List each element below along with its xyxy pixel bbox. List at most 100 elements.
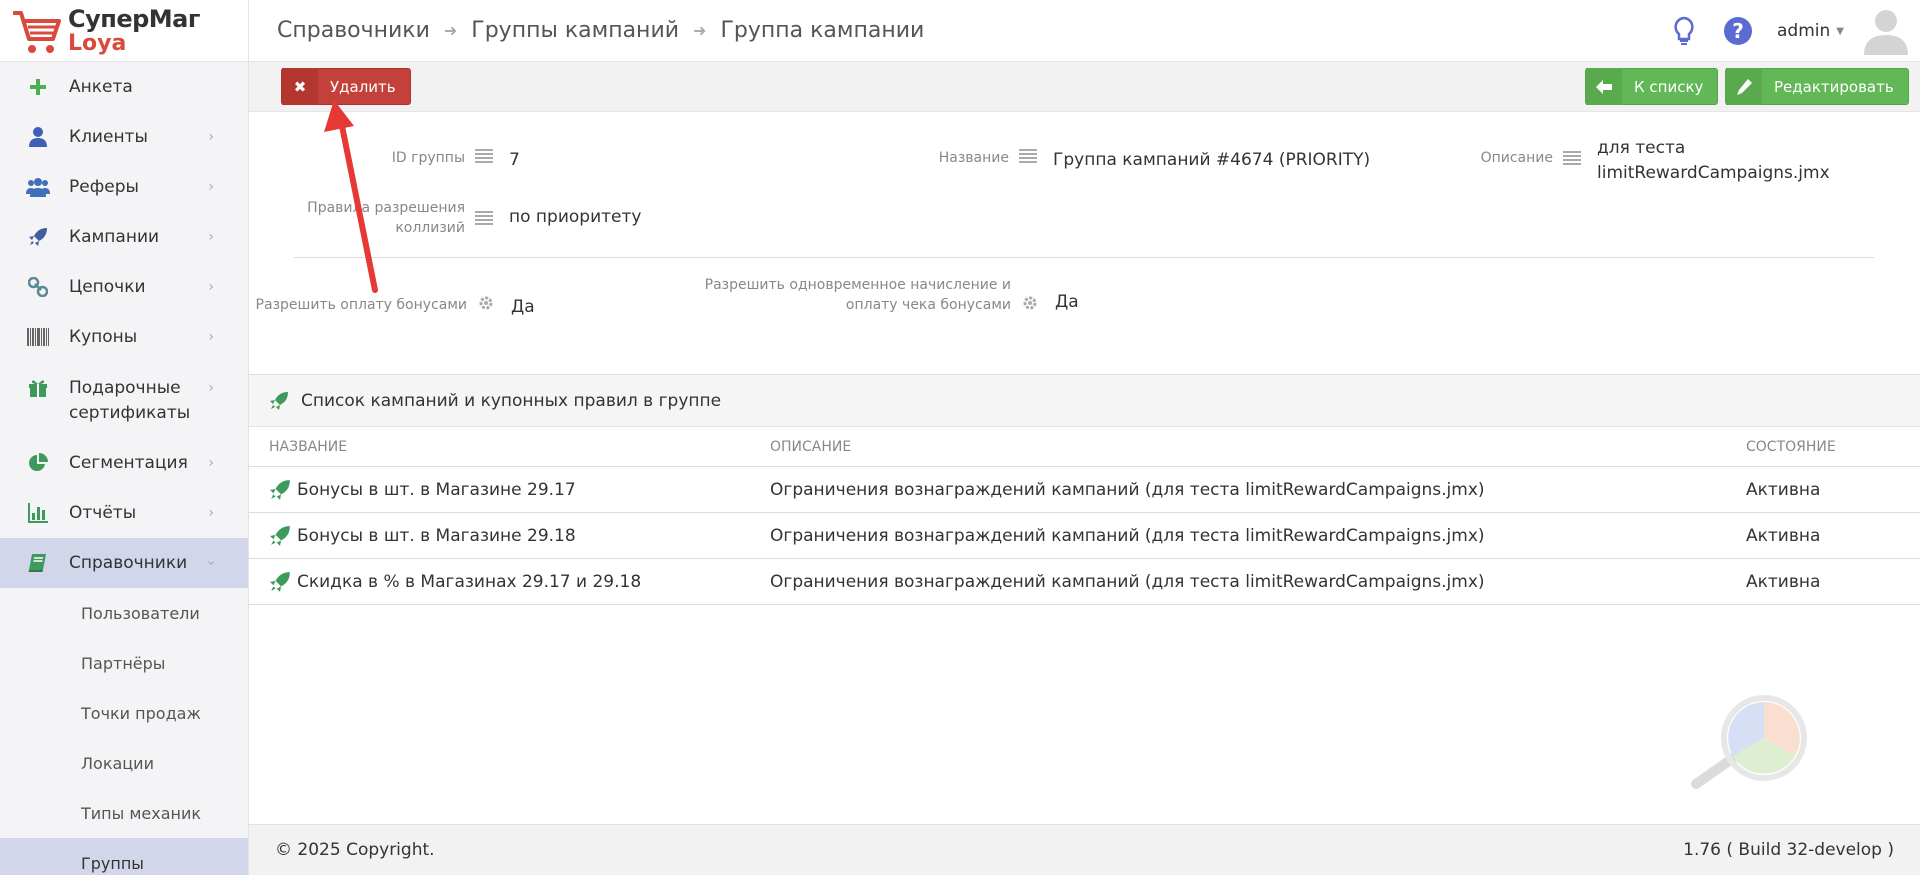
table-row[interactable]: Скидка в % в Магазинах 29.17 и 29.18 Огр… — [249, 559, 1920, 605]
edit-button[interactable]: Редактировать — [1725, 68, 1909, 105]
toolbar: ✖ Удалить К списку Редактировать — [249, 62, 1920, 112]
column-header-name[interactable]: НАЗВАНИЕ — [249, 439, 770, 455]
sidebar-subitem-users[interactable]: Пользователи — [0, 588, 248, 638]
help-icon[interactable]: ? — [1723, 16, 1753, 46]
sidebar-item-label: Справочники — [69, 552, 188, 573]
sidebar-item-anketa[interactable]: Анкета — [0, 62, 248, 112]
sidebar-item-label: Подарочные сертификаты — [69, 378, 191, 423]
sidebar-subitem-locations[interactable]: Локации — [0, 738, 248, 788]
field-value: для теста limitRewardCampaigns.jmx — [1597, 138, 1830, 183]
sidebar-subitem-mechanic-types[interactable]: Типы механик — [0, 788, 248, 838]
sidebar-item-label: Отчёты — [69, 502, 137, 523]
back-to-list-button[interactable]: К списку — [1585, 68, 1719, 105]
sidebar-item-label: Цепочки — [69, 276, 146, 297]
list-icon — [475, 211, 493, 225]
sidebar-item-clients[interactable]: Клиенты › — [0, 112, 248, 162]
avatar[interactable] — [1864, 7, 1908, 55]
field-description: Описание для теста limitRewardCampaigns.… — [1349, 136, 1847, 186]
breadcrumb-campaign-groups[interactable]: Группы кампаний — [471, 18, 679, 43]
gift-icon — [26, 376, 50, 400]
sidebar-item-label: Сегментация — [69, 452, 188, 473]
pie-chart-icon — [26, 451, 50, 475]
gear-icon — [479, 296, 493, 310]
group-details: ID группы 7 Название Группа кампаний #46… — [249, 112, 1920, 374]
user-icon — [26, 125, 50, 149]
delete-button[interactable]: ✖ Удалить — [281, 68, 411, 105]
chevron-down-icon: › — [203, 560, 220, 566]
list-icon — [1563, 151, 1581, 165]
campaign-description: Ограничения вознаграждений кампаний (для… — [770, 479, 1485, 500]
campaign-status: Активна — [1746, 479, 1821, 500]
campaign-name-link[interactable]: Скидка в % в Магазинах 29.17 и 29.18 — [297, 572, 641, 592]
user-menu[interactable]: admin — [1777, 21, 1830, 41]
users-icon — [26, 175, 50, 199]
rocket-icon — [270, 479, 290, 500]
campaign-name-link[interactable]: Бонусы в шт. в Магазине 29.18 — [297, 526, 576, 546]
field-label: ID группы — [391, 150, 465, 166]
bar-chart-icon — [26, 501, 50, 525]
chevron-right-icon: › — [208, 229, 214, 245]
sidebar-subitem-partners[interactable]: Партнёры — [0, 638, 248, 688]
barcode-icon — [26, 325, 50, 349]
arrow-left-icon — [1586, 68, 1622, 105]
field-collision-rules: Правила разрешения коллизий по приоритет… — [249, 198, 641, 238]
pencil-icon — [1726, 68, 1762, 105]
logo-subtitle: Loya — [68, 30, 127, 56]
logo[interactable]: СуперМаг Loya — [0, 0, 248, 62]
sidebar-item-reports[interactable]: Отчёты › — [0, 488, 248, 538]
chevron-right-icon: › — [208, 179, 214, 195]
gear-icon — [1023, 296, 1037, 310]
book-icon — [26, 551, 50, 575]
breadcrumb-references[interactable]: Справочники — [277, 18, 430, 43]
sidebar-subitem-groups[interactable]: Группы — [0, 838, 248, 875]
campaign-name-link[interactable]: Бонусы в шт. в Магазине 29.17 — [297, 480, 576, 500]
link-icon — [26, 275, 50, 299]
edit-button-label: Редактировать — [1774, 77, 1894, 96]
field-label: Разрешить оплату бонусами — [255, 297, 467, 313]
field-id: ID группы 7 — [249, 148, 520, 173]
sidebar: СуперМаг Loya Анкета Клиенты › Реферы › — [0, 0, 249, 875]
field-value: 7 — [509, 150, 520, 170]
table-row[interactable]: Бонусы в шт. в Магазине 29.17 Ограничени… — [249, 467, 1920, 513]
field-simultaneous: Разрешить одновременное начисление и опл… — [699, 275, 1079, 315]
lightbulb-icon[interactable] — [1669, 16, 1699, 46]
sidebar-item-segmentation[interactable]: Сегментация › — [0, 438, 248, 488]
sidebar-item-campaigns[interactable]: Кампании › — [0, 212, 248, 262]
campaign-table: НАЗВАНИЕ ОПИСАНИЕ СОСТОЯНИЕ Бонусы в шт.… — [249, 427, 1920, 605]
sidebar-item-coupons[interactable]: Купоны › — [0, 312, 248, 362]
rocket-icon — [270, 525, 290, 546]
list-icon — [1019, 149, 1037, 163]
field-value: по приоритету — [509, 207, 642, 227]
copyright-text: © 2025 Copyright. — [275, 840, 435, 860]
field-value: Да — [511, 297, 535, 317]
sidebar-item-chains[interactable]: Цепочки › — [0, 262, 248, 312]
svg-text:?: ? — [1732, 19, 1744, 43]
sidebar-item-label: Купоны — [69, 326, 138, 347]
table-row[interactable]: Бонусы в шт. в Магазине 29.18 Ограничени… — [249, 513, 1920, 559]
sidebar-item-label: Клиенты — [69, 126, 148, 147]
divider — [294, 257, 1874, 258]
rocket-icon — [26, 225, 50, 249]
magnifier-pie-watermark-icon — [1691, 695, 1807, 789]
campaign-status: Активна — [1746, 525, 1821, 546]
footer: © 2025 Copyright. 1.76 ( Build 32-develo… — [249, 824, 1920, 875]
field-label: Описание — [1480, 150, 1553, 166]
sidebar-item-gift-certificates[interactable]: Подарочные сертификаты › — [0, 362, 248, 438]
sidebar-item-references[interactable]: Справочники › — [0, 538, 248, 588]
sidebar-item-label: Реферы — [69, 176, 139, 197]
sidebar-subitem-points-of-sale[interactable]: Точки продаж — [0, 688, 248, 738]
column-header-description[interactable]: ОПИСАНИЕ — [770, 439, 1746, 455]
campaign-status: Активна — [1746, 571, 1821, 592]
version-text: 1.76 ( Build 32-develop ) — [1683, 840, 1894, 860]
rocket-icon — [270, 391, 288, 410]
field-value: Да — [1055, 292, 1079, 312]
breadcrumb: Справочники ➜ Группы кампаний ➜ Группа к… — [249, 18, 924, 43]
column-header-status[interactable]: СОСТОЯНИЕ — [1746, 439, 1920, 455]
campaign-description: Ограничения вознаграждений кампаний (для… — [770, 525, 1485, 546]
chevron-right-icon: › — [208, 329, 214, 345]
sidebar-item-referers[interactable]: Реферы › — [0, 162, 248, 212]
caret-down-icon[interactable]: ▼ — [1836, 26, 1844, 37]
field-value: Группа кампаний #4674 (PRIORITY) — [1053, 150, 1371, 170]
field-label: Разрешить одновременное начисление и опл… — [704, 277, 1011, 313]
chevron-right-icon: › — [208, 505, 214, 521]
